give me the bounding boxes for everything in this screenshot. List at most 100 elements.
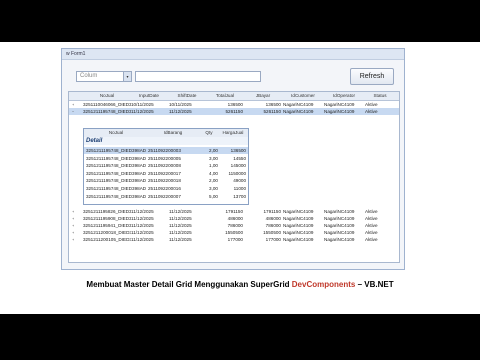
table-cell: 13700 [233, 193, 246, 199]
table-cell: 2511092200018 [148, 178, 181, 184]
table-row[interactable]: 3251211200105_DIED398AD11/12/202511/12/2… [69, 236, 399, 243]
column-header[interactable]: TotalJual [207, 92, 243, 100]
column-header[interactable]: JBayar [245, 92, 281, 100]
detail-column-header[interactable]: Qty [200, 129, 218, 137]
table-cell: 5,00 [209, 193, 218, 199]
table-cell: 2511092200003 [148, 148, 181, 153]
table-cell: 11/12/2025 [131, 230, 154, 235]
table-cell: 2511092200016 [148, 186, 181, 191]
table-cell: 4,00 [209, 170, 218, 176]
table-cell: 1791150 [263, 209, 281, 214]
grid-header[interactable]: NoJual InputDate ShiftDate TotalJual JBayar I… [69, 92, 399, 101]
table-cell: 136500 [227, 102, 243, 107]
column-header[interactable]: IdCustomer [283, 92, 323, 100]
column-header[interactable]: InputDate [131, 92, 167, 100]
table-cell: NagariNC4109 [283, 230, 314, 235]
column-header[interactable]: ShiftDate [169, 92, 205, 100]
table-row[interactable]: 3251211200018_DIED398AD11/12/202511/12/2… [69, 229, 399, 236]
expand-toggle-icon[interactable]: + [72, 208, 74, 215]
master-grid[interactable]: NoJual InputDate ShiftDate TotalJual JBayar I… [68, 91, 400, 263]
table-cell: 2511092200008 [148, 163, 181, 169]
table-cell: NagariNC4109 [283, 216, 314, 221]
table-cell: Aktive [365, 237, 378, 242]
table-cell: Aktive [365, 216, 378, 221]
table-cell: 486000 [265, 216, 281, 221]
expand-toggle-icon[interactable]: − [72, 108, 74, 115]
table-cell: 3251211195908_DIED398AD [83, 216, 131, 221]
column-header[interactable]: NoJual [83, 92, 131, 100]
table-cell: 136500 [265, 102, 281, 107]
table-cell: 2,00 [209, 178, 218, 184]
detail-row[interactable]: 3251211195748_DIED398AD 2511092200005 3,00… [84, 155, 248, 162]
table-cell: Aktive [365, 209, 378, 214]
expand-toggle-icon[interactable]: + [72, 236, 74, 243]
caption-part1: Membuat Master Detail Grid Menggunakan S… [86, 280, 292, 289]
expand-toggle-icon[interactable]: + [72, 215, 74, 222]
search-input[interactable] [135, 71, 261, 82]
detail-grid[interactable]: NoJual IdBarang Qty HargaJual Detail 32512111… [83, 128, 249, 205]
table-cell: 3251211200018_DIED398AD [83, 230, 131, 235]
detail-row[interactable]: 3251211195748_DIED398AD 2511092200008 1,00… [84, 162, 248, 169]
table-cell: 3251110046066_DIED398AD [83, 102, 131, 107]
column-combo[interactable]: Colum ▾ [76, 71, 132, 82]
table-cell: 177000 [265, 237, 281, 242]
detail-row[interactable]: 3251211195748_DIED398AD 2511092200017 4,00… [84, 170, 248, 177]
table-cell: 3251211195748_DIED398AD [86, 163, 147, 169]
expand-toggle-icon[interactable]: + [72, 101, 74, 108]
chevron-down-icon[interactable]: ▾ [123, 72, 131, 81]
table-cell: 11/12/2025 [131, 223, 154, 228]
table-cell: NagariNC4109 [324, 102, 355, 107]
table-cell: 1,00 [209, 163, 218, 169]
expand-toggle-icon[interactable]: + [72, 229, 74, 236]
table-cell: 5261150 [225, 109, 243, 114]
column-header[interactable]: Status [365, 92, 395, 100]
toolbar: Colum ▾ Refresh [76, 68, 394, 85]
table-cell: 3,00 [209, 155, 218, 161]
detail-row[interactable]: 3251211195748_DIED398AD 2511092200018 2,00… [84, 177, 248, 184]
table-cell: 11/12/2025 [169, 230, 192, 235]
detail-row[interactable]: 3251211195748_DIED398AD 2511092200003 2,00… [84, 147, 248, 154]
table-cell: 3251211195748_DIED398AD [86, 193, 147, 199]
detail-row[interactable]: 3251211195748_DIED398AD 2511092200007 5,00… [84, 193, 248, 200]
table-cell: Aktive [365, 109, 378, 114]
detail-column-header[interactable]: NoJual [86, 129, 146, 137]
detail-title: Detail [84, 137, 248, 145]
detail-row[interactable]: 3251211195748_DIED398AD 2511092200016 3,00… [84, 185, 248, 192]
table-cell: 2,00 [209, 148, 218, 153]
table-cell: NagariNC4109 [283, 209, 314, 214]
caption-devcomponents: DevComponents [291, 280, 356, 289]
column-header[interactable]: IdOperator [324, 92, 364, 100]
table-row[interactable]: 3251211195941_DIED398AD11/12/202511/12/2… [69, 222, 399, 229]
table-cell: 1150000 [228, 170, 246, 176]
expand-toggle-icon[interactable]: + [72, 222, 74, 229]
table-row[interactable]: 3251211195908_DIED398AD11/12/202511/12/2… [69, 215, 399, 222]
table-cell: 3251211195941_DIED398AD [83, 223, 131, 228]
detail-column-header[interactable]: HargaJual [220, 129, 246, 137]
table-row[interactable]: 3251211195748_DIED398AD11/12/202511/12/2… [69, 108, 399, 115]
table-cell: NagariNC4109 [283, 109, 314, 114]
table-row[interactable]: 3251110046066_DIED398AD10/11/202510/11/2… [69, 101, 399, 108]
table-cell: NagariNC4109 [283, 223, 314, 228]
table-cell: 486000 [227, 216, 243, 221]
table-cell: 11/12/2025 [131, 109, 154, 114]
table-cell: 3251211195748_DIED398AD [86, 170, 147, 176]
table-cell: 10/11/2025 [169, 102, 192, 107]
table-cell: 11/12/2025 [169, 223, 192, 228]
table-cell: NagariNC4109 [324, 209, 355, 214]
refresh-button[interactable]: Refresh [350, 68, 394, 85]
table-cell: NagariNC4109 [324, 216, 355, 221]
table-cell: 5261150 [263, 109, 281, 114]
table-row[interactable]: 3251211195826_DIED398AD11/12/202511/12/2… [69, 208, 399, 215]
table-cell: 3251211200105_DIED398AD [83, 237, 131, 242]
detail-column-header[interactable]: IdBarang [148, 129, 198, 137]
table-cell: NagariNC4109 [283, 237, 314, 242]
table-cell: 786000 [265, 223, 281, 228]
table-cell: 14550 [233, 155, 246, 161]
table-cell: NagariNC4109 [324, 237, 355, 242]
table-cell: Aktive [365, 223, 378, 228]
table-cell: 2511092200017 [148, 170, 181, 176]
table-cell: 1550500 [263, 230, 281, 235]
table-cell: 3,00 [209, 186, 218, 191]
table-cell: 11/12/2025 [169, 216, 192, 221]
table-cell: 3251211195748_DIED398AD [86, 186, 147, 191]
